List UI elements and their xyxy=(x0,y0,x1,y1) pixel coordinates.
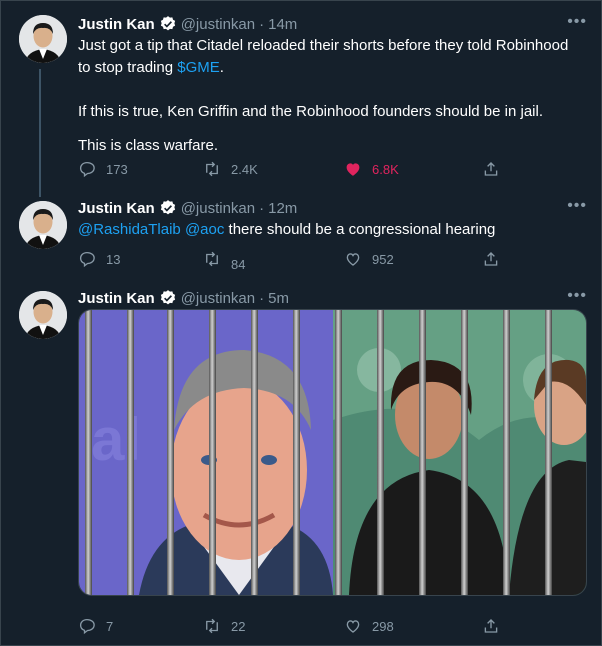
tweet-header: Justin Kan @justinkan · 12m xyxy=(78,197,297,219)
author-handle[interactable]: @justinkan xyxy=(181,16,255,33)
reply-button[interactable]: 13 xyxy=(78,248,120,270)
timeline: Justin Kan @justinkan · 14m ••• Just got… xyxy=(0,0,602,646)
author-handle[interactable]: @justinkan xyxy=(181,200,255,217)
reply-button[interactable]: 7 xyxy=(78,615,113,637)
reply-bubble-icon xyxy=(79,251,95,268)
avatar-portrait xyxy=(19,15,67,63)
retweet-icon xyxy=(206,618,218,634)
verified-badge-icon xyxy=(160,16,175,31)
tweet-1[interactable]: Justin Kan @justinkan · 14m ••• Just got… xyxy=(1,1,601,191)
more-options-icon[interactable]: ••• xyxy=(567,197,587,215)
tweet-text: Just got a tip that Citadel reloaded the… xyxy=(78,35,583,157)
like-button[interactable]: 6.8K xyxy=(344,158,399,180)
verified-badge-icon xyxy=(160,200,175,215)
avatar-portrait xyxy=(19,291,67,339)
tweet-actions: 173 2.4K 6.8K xyxy=(78,158,508,180)
author-handle[interactable]: @justinkan xyxy=(181,290,255,307)
share-icon xyxy=(484,162,498,176)
avatar[interactable] xyxy=(19,291,67,339)
heart-icon xyxy=(346,620,360,633)
tweet-2[interactable]: Justin Kan @justinkan · 12m ••• @Rashida… xyxy=(1,191,601,281)
like-count: 298 xyxy=(372,618,394,634)
avatar[interactable] xyxy=(19,201,67,249)
tweet-actions: 13 84 952 xyxy=(78,248,508,272)
retweet-button[interactable]: 22 xyxy=(203,615,245,637)
text-segment: . xyxy=(219,59,224,76)
retweet-icon xyxy=(206,251,218,267)
more-options-icon[interactable]: ••• xyxy=(567,287,587,305)
mention-link[interactable]: @aoc xyxy=(185,221,224,238)
retweet-count: 84 xyxy=(231,256,246,272)
tweet-3[interactable]: Justin Kan @justinkan · 5m ••• al 7 22 2… xyxy=(1,281,601,645)
like-button[interactable]: 298 xyxy=(344,615,394,637)
reply-count: 13 xyxy=(106,251,121,267)
author-name[interactable]: Justin Kan xyxy=(78,16,155,33)
text-paragraph: This is class warfare. xyxy=(78,137,219,154)
author-name[interactable]: Justin Kan xyxy=(78,200,155,217)
like-button[interactable]: 952 xyxy=(344,248,394,270)
retweet-icon xyxy=(206,161,218,177)
reply-bubble-icon xyxy=(79,161,95,178)
avatar[interactable] xyxy=(19,15,67,63)
share-icon xyxy=(484,619,498,633)
tweet-timestamp[interactable]: 5m xyxy=(268,290,289,307)
jail-bars-photo-composite: al xyxy=(79,310,586,595)
share-button[interactable] xyxy=(482,158,500,180)
retweet-button[interactable]: 2.4K xyxy=(203,158,258,180)
reply-count: 173 xyxy=(106,161,128,177)
verified-badge-icon xyxy=(160,290,175,305)
mention-link[interactable]: @RashidaTlaib xyxy=(78,221,181,238)
reply-bubble-icon xyxy=(79,618,95,635)
text-paragraph: If this is true, Ken Griffin and the Rob… xyxy=(78,103,544,120)
reply-count: 7 xyxy=(106,618,114,634)
separator-dot: · xyxy=(259,199,265,217)
like-count: 952 xyxy=(372,251,394,267)
text-segment: Just got a tip that Citadel reloaded the… xyxy=(78,37,569,76)
share-button[interactable] xyxy=(482,615,500,637)
separator-dot: · xyxy=(259,289,265,307)
tweet-timestamp[interactable]: 14m xyxy=(268,16,297,33)
retweet-count: 2.4K xyxy=(231,161,258,177)
retweet-button[interactable]: 84 xyxy=(203,248,246,272)
text-segment: there should be a congressional hearing xyxy=(224,221,496,238)
retweet-count: 22 xyxy=(231,618,246,634)
more-options-icon[interactable]: ••• xyxy=(567,13,587,31)
like-count: 6.8K xyxy=(372,161,399,177)
tweet-header: Justin Kan @justinkan · 5m xyxy=(78,287,289,309)
separator-dot: · xyxy=(259,15,265,33)
avatar-portrait xyxy=(19,201,67,249)
author-name[interactable]: Justin Kan xyxy=(78,290,155,307)
tweet-timestamp[interactable]: 12m xyxy=(268,200,297,217)
tweet-image[interactable]: al xyxy=(78,309,587,596)
tweet-text: @RashidaTlaib @aoc there should be a con… xyxy=(78,219,583,241)
heart-icon xyxy=(346,253,360,266)
tweet-header: Justin Kan @justinkan · 14m xyxy=(78,13,297,35)
share-icon xyxy=(484,252,498,266)
reply-button[interactable]: 173 xyxy=(78,158,128,180)
share-button[interactable] xyxy=(482,248,500,270)
cashtag-link[interactable]: $GME xyxy=(177,59,220,76)
heart-icon xyxy=(346,163,360,176)
tweet-actions: 7 22 298 xyxy=(78,615,508,637)
